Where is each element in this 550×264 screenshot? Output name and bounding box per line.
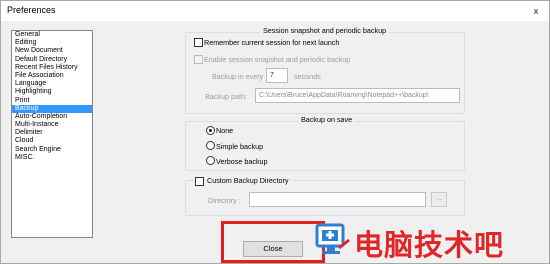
session-group-title: Session snapshot and periodic backup	[260, 26, 390, 35]
window-title: Preferences	[7, 5, 56, 15]
category-item-auto-completion[interactable]: Auto-Completion	[12, 113, 92, 121]
category-item-default-directory[interactable]: Default Directory	[12, 56, 92, 64]
seconds-label: seconds	[294, 72, 321, 81]
backup-none-label: None	[216, 126, 234, 135]
category-item-delimiter[interactable]: Delimiter	[12, 129, 92, 137]
browse-directory-button[interactable]: ...	[431, 192, 447, 207]
backup-simple-radio[interactable]	[206, 141, 215, 150]
category-item-recent-files-history[interactable]: Recent Files History	[12, 64, 92, 72]
watermark: 电脑技术吧	[312, 216, 550, 264]
custom-directory-label: Custom Backup Directory	[205, 176, 291, 185]
category-item-misc[interactable]: MISC.	[12, 154, 92, 162]
backup-simple-label: Simple backup	[216, 142, 264, 151]
backup-none-radio[interactable]	[206, 126, 215, 135]
category-item-backup[interactable]: Backup	[12, 104, 92, 113]
category-item-print[interactable]: Print	[12, 97, 92, 105]
backup-verbose-label: Verbose backup	[216, 157, 268, 166]
backup-on-save-title: Backup on save	[298, 115, 356, 124]
category-item-general[interactable]: General	[12, 31, 92, 39]
category-item-file-association[interactable]: File Association	[12, 72, 92, 80]
directory-label: Directory :	[208, 196, 241, 205]
directory-input[interactable]	[249, 192, 426, 207]
custom-directory-checkbox[interactable]	[195, 177, 204, 186]
backup-path-input[interactable]: C:\Users\Bruce\AppData\Roaming\Notepad++…	[255, 88, 460, 103]
category-item-multi-instance[interactable]: Multi-Instance	[12, 121, 92, 129]
category-item-editing[interactable]: Editing	[12, 39, 92, 47]
category-item-cloud[interactable]: Cloud	[12, 137, 92, 145]
enable-snapshot-checkbox[interactable]	[194, 55, 203, 64]
backup-interval-input[interactable]: 7	[266, 68, 288, 83]
remember-session-label: Remember current session for next launch	[204, 38, 340, 47]
category-item-search-engine[interactable]: Search Engine	[12, 146, 92, 154]
computer-logo-icon	[315, 223, 350, 254]
highlight-box	[221, 221, 325, 263]
enable-snapshot-label: Enable session snapshot and periodic bac…	[204, 55, 351, 64]
backup-path-label: Backup path:	[205, 92, 247, 101]
watermark-text: 电脑技术吧	[354, 230, 505, 262]
category-item-new-document[interactable]: New Document	[12, 47, 92, 55]
category-item-highlighting[interactable]: Highlighting	[12, 88, 92, 96]
remember-session-checkbox[interactable]	[194, 38, 203, 47]
title-bar: Preferences x	[1, 1, 549, 21]
close-window-icon[interactable]: x	[529, 4, 543, 18]
category-item-language[interactable]: Language	[12, 80, 92, 88]
category-list[interactable]: General Editing New Document Default Direct…	[11, 30, 93, 238]
backup-every-label: Backup in every	[212, 72, 264, 81]
backup-verbose-radio[interactable]	[206, 156, 215, 165]
